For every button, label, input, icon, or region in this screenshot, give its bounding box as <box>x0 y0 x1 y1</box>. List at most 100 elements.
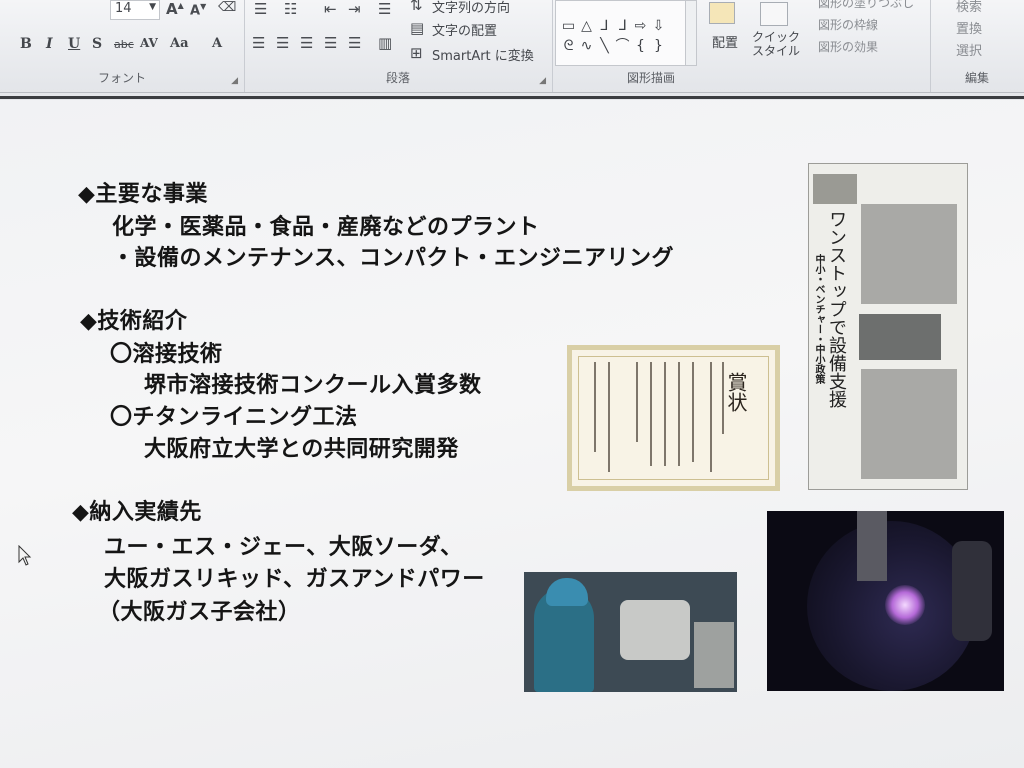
worker-photo[interactable] <box>524 572 737 692</box>
right-arrow-shape-icon[interactable]: ⇨ <box>632 19 649 34</box>
text-direction-icon: ⇅ <box>410 0 423 14</box>
certificate-image[interactable]: 賞状 <box>567 345 780 491</box>
underline-button[interactable]: U <box>68 36 80 52</box>
section-clients-title[interactable]: ◆納入実績先 <box>72 494 202 526</box>
down-arrow-shape-icon[interactable]: ⇩ <box>650 19 667 34</box>
align-center-icon[interactable]: ☰ <box>276 34 289 52</box>
smartart-button[interactable]: SmartArt に変換 <box>432 45 534 64</box>
find-button[interactable]: 検索 <box>956 0 982 15</box>
certificate-text-line <box>650 362 652 466</box>
mouse-cursor-icon <box>18 544 34 571</box>
align-left-icon[interactable]: ☰ <box>252 34 265 52</box>
newspaper-text-block <box>861 204 957 304</box>
tech-welding-title[interactable]: 〇溶接技術 <box>110 336 223 368</box>
freeform-shape-icon[interactable]: ᘓ <box>560 39 577 54</box>
newspaper-text-block <box>861 369 957 479</box>
elbow-connector-icon[interactable]: ⅃ <box>596 19 613 34</box>
line-spacing-icon[interactable]: ☰ <box>378 0 391 18</box>
business-line-2[interactable]: ・設備のメンテナンス、コンパクト・エンジニアリング <box>112 240 674 272</box>
font-group: 14 ▼ A▲ A▼ ⌫ B I U S abc AV Aa A フォント ◢ <box>0 0 245 92</box>
arc-shape-icon[interactable]: ⌒ <box>614 39 631 54</box>
ribbon: 14 ▼ A▲ A▼ ⌫ B I U S abc AV Aa A フォント ◢ … <box>0 0 1024 93</box>
newspaper-logo <box>813 174 857 204</box>
brace-left-icon[interactable]: { <box>632 39 649 54</box>
certificate-text-line <box>710 362 712 472</box>
rectangle-shape-icon[interactable]: ▭ <box>560 19 577 34</box>
drawing-group-label: 図形描画 <box>626 71 675 85</box>
font-color-button[interactable]: A <box>212 36 222 51</box>
weld-glove <box>952 541 992 641</box>
bullets-icon[interactable]: ☰ <box>254 0 267 18</box>
tech-welding-detail[interactable]: 堺市溶接技術コンクール入賞多数 <box>144 367 482 399</box>
italic-button[interactable]: I <box>46 36 53 52</box>
business-line-1[interactable]: 化学・医薬品・食品・産廃などのプラント <box>112 209 540 241</box>
certificate-text-line <box>692 362 694 462</box>
slide-top-edge <box>0 96 1024 99</box>
tech-titanium-detail[interactable]: 大阪府立大学との共同研究開発 <box>144 431 459 463</box>
grow-font-icon[interactable]: A▲ <box>166 0 184 18</box>
machine-base <box>694 622 734 688</box>
align-right-icon[interactable]: ☰ <box>300 34 313 52</box>
select-button[interactable]: 選択 <box>956 40 982 59</box>
font-size-value: 14 <box>115 1 132 16</box>
editing-group: 検索 置換 選択 編集 <box>930 0 1024 92</box>
section-technology-title[interactable]: ◆技術紹介 <box>80 303 187 335</box>
section-business-title[interactable]: ◆主要な事業 <box>78 176 208 208</box>
worker-cap <box>546 578 588 606</box>
shape-effects-button[interactable]: 図形の効果 <box>818 38 878 55</box>
certificate-text-line <box>594 362 596 452</box>
brace-right-icon[interactable]: } <box>650 39 667 54</box>
shape-outline-button[interactable]: 図形の枠線 <box>818 16 878 33</box>
chevron-down-icon: ▼ <box>149 2 156 12</box>
certificate-text-line <box>608 362 610 472</box>
weld-arc-glow <box>885 585 925 625</box>
distributed-icon[interactable]: ☰ <box>348 34 361 52</box>
machine-part <box>620 600 690 660</box>
clear-format-icon[interactable]: ⌫ <box>218 0 236 15</box>
char-spacing-button[interactable]: AV <box>140 36 158 50</box>
triangle-shape-icon[interactable]: △ <box>578 19 595 34</box>
clients-line-2[interactable]: 大阪ガスリキッド、ガスアンドパワー <box>104 561 485 593</box>
clients-line-3[interactable]: （大阪ガス子会社） <box>98 594 301 626</box>
curve-shape-icon[interactable]: ∿ <box>578 39 595 54</box>
columns-icon[interactable]: ▥ <box>378 34 392 52</box>
change-case-button[interactable]: Aa <box>170 36 189 51</box>
quick-styles-button[interactable]: クイック スタイル <box>752 30 800 58</box>
line-shape-icon[interactable]: ╲ <box>596 39 613 54</box>
drawing-group: ▭ △ ⅃ ᒧ ⇨ ⇩ ᘓ ∿ ╲ ⌒ { } 配置 クイック スタイル 図形の… <box>552 0 931 92</box>
certificate-text-line <box>664 362 666 466</box>
dialog-launcher-icon[interactable]: ◢ <box>231 76 238 86</box>
newspaper-subheadline: 中小・ベンチャー・中小政策 <box>813 254 824 384</box>
replace-button[interactable]: 置換 <box>956 18 982 37</box>
strikethrough-button[interactable]: abc <box>114 38 134 51</box>
arrange-button[interactable]: 配置 <box>712 32 738 51</box>
smartart-icon: ⊞ <box>410 44 423 62</box>
tech-titanium-title[interactable]: 〇チタンライニング工法 <box>110 399 358 431</box>
shadow-button[interactable]: S <box>92 36 102 52</box>
shape-fill-button[interactable]: 図形の塗りつぶし <box>818 0 914 11</box>
numbering-icon[interactable]: ☷ <box>284 0 297 18</box>
decrease-indent-icon[interactable]: ⇤ <box>324 0 337 18</box>
connector-icon[interactable]: ᒧ <box>614 19 631 34</box>
newspaper-headline: ワンストップで設備支援 <box>826 210 847 408</box>
increase-indent-icon[interactable]: ⇥ <box>348 0 361 18</box>
newspaper-clipping-image[interactable]: ワンストップで設備支援 中小・ベンチャー・中小政策 <box>808 163 968 490</box>
welding-photo[interactable] <box>767 511 1004 691</box>
gallery-scroll[interactable] <box>685 1 696 65</box>
newspaper-photo <box>859 314 941 360</box>
weld-torch <box>857 511 887 581</box>
align-text-icon: ▤ <box>410 19 425 37</box>
text-direction-button[interactable]: 文字列の方向 <box>432 0 510 16</box>
bold-button[interactable]: B <box>20 36 32 52</box>
clients-line-1[interactable]: ユー・エス・ジェー、大阪ソーダ、 <box>104 529 463 561</box>
certificate-title: 賞状 <box>724 372 748 412</box>
certificate-text-line <box>722 362 724 434</box>
shrink-font-icon[interactable]: A▼ <box>190 2 206 18</box>
arrange-icon <box>709 2 735 24</box>
justify-icon[interactable]: ☰ <box>324 34 337 52</box>
certificate-text-line <box>678 362 680 466</box>
font-group-label: フォント <box>97 71 146 85</box>
align-text-button[interactable]: 文字の配置 <box>432 20 497 39</box>
shape-gallery[interactable]: ▭ △ ⅃ ᒧ ⇨ ⇩ ᘓ ∿ ╲ ⌒ { } <box>555 0 697 66</box>
font-size-box[interactable]: 14 ▼ <box>110 0 160 20</box>
